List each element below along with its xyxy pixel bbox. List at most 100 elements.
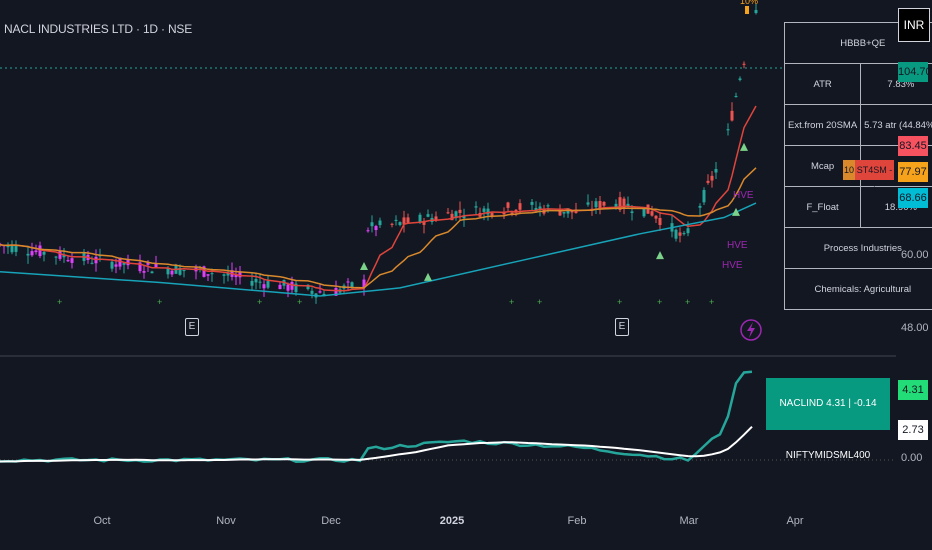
candle-body xyxy=(506,202,510,208)
price-axis-label: 48.00 xyxy=(901,322,929,334)
candle-body xyxy=(714,169,718,173)
lightning-icon-glyph xyxy=(747,322,755,338)
candle-body xyxy=(602,201,606,206)
candle-body xyxy=(350,282,354,288)
candle-body xyxy=(374,226,378,231)
volume-marker: + xyxy=(57,297,62,307)
date-axis-label: Feb xyxy=(567,515,587,527)
candle-body xyxy=(150,271,154,274)
candle-body xyxy=(650,211,654,216)
candle-body xyxy=(630,211,634,214)
candle-body xyxy=(658,218,662,225)
candle-body xyxy=(686,228,690,234)
date-axis-label: Dec xyxy=(321,515,341,527)
candle-body xyxy=(742,63,746,65)
candle-body xyxy=(558,210,562,216)
slow-ma-line xyxy=(0,202,757,297)
candle-body xyxy=(110,261,114,269)
candle-body xyxy=(562,212,566,214)
candle-body xyxy=(250,280,254,286)
price-tag: 4.31 xyxy=(898,380,928,400)
price-tag: 77.97 xyxy=(898,162,928,182)
candle-body xyxy=(278,284,282,290)
candle-body xyxy=(406,217,410,223)
rs-line xyxy=(0,370,753,464)
candle-body xyxy=(310,290,314,294)
date-axis-label: 2025 xyxy=(439,515,465,527)
candle-body xyxy=(426,214,430,217)
candle-body xyxy=(594,201,598,208)
info-key: ATR xyxy=(783,63,862,105)
candle-body xyxy=(70,258,74,263)
info-key: F_Float xyxy=(783,186,862,228)
candle-body xyxy=(518,203,522,210)
volume-marker: + xyxy=(617,297,622,307)
candle-body xyxy=(458,209,462,213)
mcap-overlap-red: ST4SM - I xyxy=(855,160,894,195)
volume-marker: + xyxy=(257,297,262,307)
rs-label: NACLIND 4.31 | -0.14 NIFTYMIDSML400 xyxy=(766,378,890,461)
info-key: Ext.from 20SMA xyxy=(783,104,862,146)
candle-body xyxy=(698,205,702,208)
candle-body xyxy=(54,256,58,258)
candle-body xyxy=(222,274,226,276)
candle-body xyxy=(754,9,758,14)
date-axis-label: Mar xyxy=(679,515,699,527)
candle-body xyxy=(370,222,374,227)
candle-body xyxy=(390,223,394,225)
buy-signal-marker xyxy=(360,262,368,270)
candle-body xyxy=(706,180,710,183)
candle-body xyxy=(674,229,678,239)
top-marker xyxy=(745,6,749,14)
candle-body xyxy=(258,281,262,283)
buy-signal-marker xyxy=(424,272,432,281)
volume-marker: + xyxy=(157,297,162,307)
date-axis-label: Apr xyxy=(786,515,804,527)
volume-marker: + xyxy=(537,297,542,307)
candle-body xyxy=(262,284,266,289)
candle-body xyxy=(682,233,686,235)
chart-title: NACL INDUSTRIES LTD · 1D · NSE xyxy=(4,22,193,36)
candle-body xyxy=(510,212,514,214)
earnings-marker[interactable]: E xyxy=(615,318,629,336)
buy-signal-marker xyxy=(740,142,748,151)
price-tag: 83.45 xyxy=(898,136,928,156)
price-tag: 2.73 xyxy=(898,420,928,440)
date-axis-label: Nov xyxy=(216,515,236,527)
candle-body xyxy=(398,222,402,226)
candle-body xyxy=(30,251,34,256)
hve-label: HVE xyxy=(727,240,748,251)
candle-body xyxy=(546,205,550,207)
candle-body xyxy=(254,278,258,283)
candle-body xyxy=(418,214,422,222)
candle-body xyxy=(446,212,450,214)
mcap-overlap-orange: 10 xyxy=(843,160,855,180)
candle-body xyxy=(142,271,146,273)
candle-body xyxy=(318,291,322,293)
currency-badge[interactable]: INR xyxy=(898,8,930,42)
candle-body xyxy=(530,202,534,205)
info-key: Process Industries xyxy=(784,227,932,269)
earnings-marker[interactable]: E xyxy=(185,318,199,336)
candle-body xyxy=(482,208,486,212)
candle-body xyxy=(710,175,714,181)
candle-body xyxy=(166,268,170,275)
candle-body xyxy=(290,281,294,290)
price-axis-label: 0.00 xyxy=(901,452,923,464)
candle-body xyxy=(730,110,734,121)
candle-body xyxy=(114,264,118,267)
candle-body xyxy=(38,245,42,257)
date-axis-label: Oct xyxy=(93,515,111,527)
hve-label: HVE xyxy=(722,260,743,271)
info-row: Process Industries xyxy=(784,227,932,269)
candle-body xyxy=(366,230,370,232)
candle-body xyxy=(286,284,290,291)
top-marker-label: 10% xyxy=(740,0,758,6)
price-axis-label: 60.00 xyxy=(901,249,929,261)
buy-signal-marker xyxy=(656,251,664,260)
volume-marker: + xyxy=(509,297,514,307)
candle-body xyxy=(726,129,730,131)
candle-body xyxy=(42,251,46,255)
candle-body xyxy=(206,274,210,276)
candle-body xyxy=(486,208,490,215)
